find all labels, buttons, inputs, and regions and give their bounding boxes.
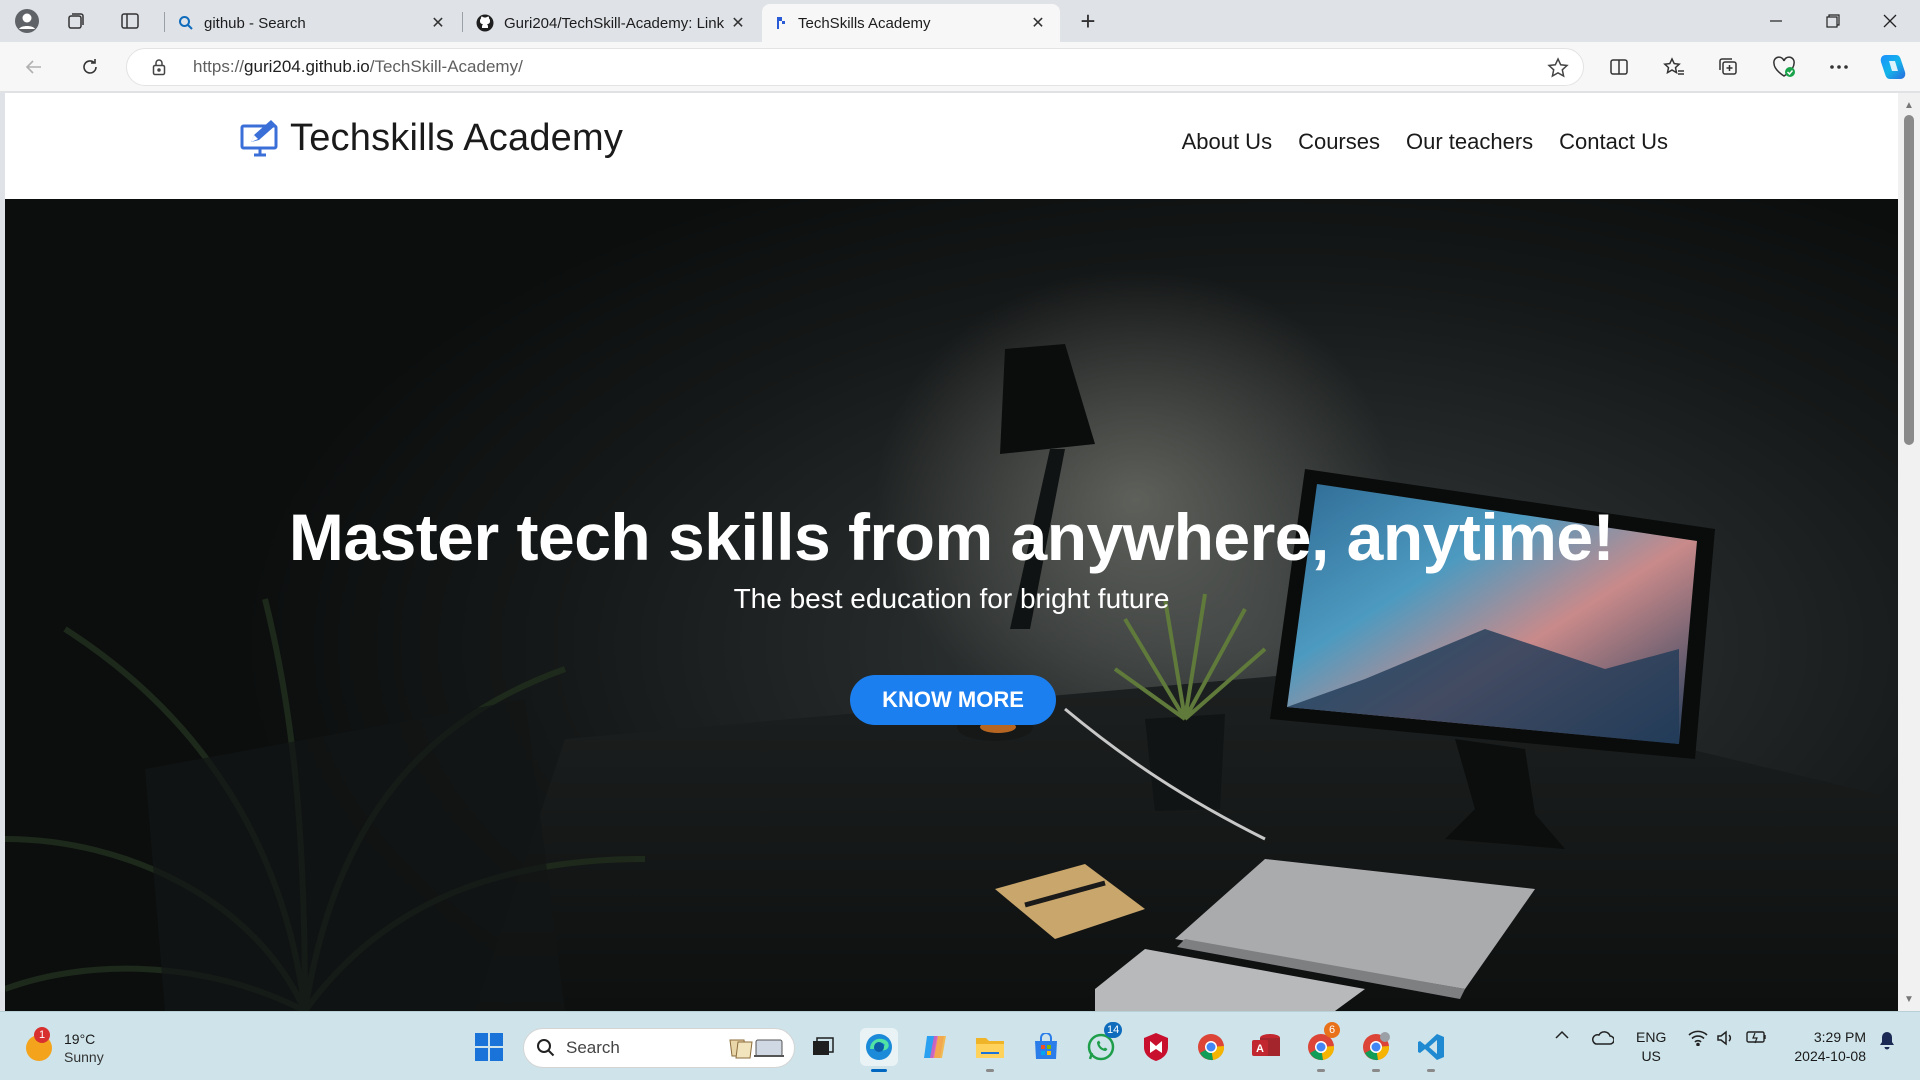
svg-text:A: A	[1256, 1043, 1264, 1055]
wifi-icon[interactable]	[1684, 1030, 1712, 1046]
copilot-taskbar-icon[interactable]	[916, 1028, 954, 1066]
github-icon	[476, 14, 494, 32]
site-nav: About Us Courses Our teachers Contact Us	[1182, 129, 1668, 155]
start-button[interactable]	[470, 1028, 508, 1066]
know-more-button[interactable]: KNOW MORE	[850, 675, 1056, 725]
copilot-icon[interactable]	[1875, 50, 1911, 84]
microsoft-store-icon[interactable]	[1027, 1028, 1065, 1066]
chrome-icon[interactable]	[1192, 1028, 1230, 1066]
refresh-icon[interactable]	[72, 50, 108, 84]
nav-courses[interactable]: Courses	[1298, 129, 1380, 155]
taskbar-search-label: Search	[566, 1038, 620, 1057]
file-explorer-icon[interactable]	[971, 1028, 1009, 1072]
whatsapp-badge: 14	[1104, 1022, 1123, 1038]
weather-badge: 1	[34, 1027, 50, 1043]
search-icon	[537, 1039, 555, 1057]
notification-bell-icon[interactable]	[1874, 1030, 1900, 1050]
close-tab-icon[interactable]: ✕	[428, 13, 448, 33]
onedrive-icon[interactable]	[1587, 1030, 1617, 1046]
tab-techskills-academy[interactable]: TechSkills Academy ✕	[762, 4, 1060, 42]
hero-section: Master tech skills from anywhere, anytim…	[5, 199, 1898, 1011]
browser-tab-strip: github - Search ✕ Guri204/TechSkill-Acad…	[0, 0, 1920, 42]
nav-our-teachers[interactable]: Our teachers	[1406, 129, 1533, 155]
battery-icon[interactable]	[1742, 1030, 1772, 1044]
weather-condition: Sunny	[64, 1049, 104, 1065]
more-icon[interactable]	[1821, 50, 1857, 84]
hero-title: Master tech skills from anywhere, anytim…	[288, 500, 1615, 574]
keyboard-layout: US	[1641, 1048, 1661, 1064]
chrome-badge: 6	[1324, 1022, 1340, 1038]
tab-title: TechSkills Academy	[798, 14, 931, 32]
close-tab-icon[interactable]: ✕	[728, 13, 748, 33]
site-logo[interactable]: Techskills Academy	[240, 117, 623, 160]
system-clock[interactable]: 3:29 PM 2024-10-08	[1794, 1028, 1866, 1066]
nav-about-us[interactable]: About Us	[1182, 129, 1273, 155]
chrome-profile-2-icon[interactable]	[1357, 1028, 1395, 1072]
windows-logo-icon	[475, 1033, 503, 1061]
new-tab-button[interactable]: +	[1070, 6, 1106, 36]
url-text: https://guri204.github.io/TechSkill-Acad…	[193, 57, 523, 76]
lock-icon[interactable]	[139, 58, 179, 76]
hero-subtitle: The best education for bright future	[733, 583, 1170, 614]
site-header: Techskills Academy About Us Courses Our …	[5, 93, 1898, 199]
show-hidden-icons-icon[interactable]	[1550, 1030, 1574, 1040]
site-favicon-icon	[777, 17, 785, 29]
scroll-down-icon[interactable]: ▼	[1898, 991, 1920, 1007]
whatsapp-icon[interactable]: 14	[1082, 1022, 1123, 1066]
restore-icon[interactable]	[1805, 0, 1861, 42]
search-icon	[179, 16, 193, 30]
language-indicator[interactable]: ENG US	[1636, 1028, 1666, 1066]
edge-taskbar-icon[interactable]	[860, 1028, 898, 1072]
site-brand-name: Techskills Academy	[290, 117, 624, 159]
tab-github-repo[interactable]: Guri204/TechSkill-Academy: Link t ✕	[464, 4, 760, 42]
vertical-tabs-icon[interactable]	[112, 6, 148, 36]
close-window-icon[interactable]	[1862, 0, 1918, 42]
chrome-profile-icon[interactable]: 6	[1302, 1022, 1340, 1072]
scrollbar-thumb[interactable]	[1904, 115, 1914, 445]
clock-time: 3:29 PM	[1813, 1029, 1866, 1045]
page-scrollbar[interactable]: ▲ ▼	[1898, 93, 1920, 1011]
close-tab-icon[interactable]: ✕	[1028, 13, 1048, 33]
workspaces-icon[interactable]	[58, 6, 94, 36]
task-view-icon[interactable]	[804, 1028, 842, 1066]
profile-icon[interactable]	[9, 6, 45, 36]
favorites-icon[interactable]	[1656, 50, 1692, 84]
split-screen-icon[interactable]	[1601, 50, 1637, 84]
vscode-icon[interactable]	[1412, 1028, 1450, 1072]
address-bar[interactable]: https://guri204.github.io/TechSkill-Acad…	[126, 48, 1584, 86]
sun-icon: 1	[26, 1027, 52, 1061]
nav-contact-us[interactable]: Contact Us	[1559, 129, 1668, 155]
weather-temp: 19°C	[64, 1031, 96, 1047]
browser-toolbar: https://guri204.github.io/TechSkill-Acad…	[0, 42, 1920, 92]
monitor-edit-icon	[240, 119, 278, 156]
page-viewport: Techskills Academy About Us Courses Our …	[5, 93, 1898, 1011]
weather-widget[interactable]: 1 19°C Sunny	[26, 1027, 104, 1066]
taskbar-search[interactable]: Search	[523, 1028, 795, 1068]
collections-icon[interactable]	[1711, 50, 1747, 84]
tab-title: github - Search	[204, 14, 306, 32]
clock-date: 2024-10-08	[1794, 1048, 1866, 1064]
mcafee-icon[interactable]	[1137, 1028, 1175, 1066]
minimize-icon[interactable]	[1748, 0, 1804, 42]
search-highlight-icon	[729, 1039, 784, 1059]
back-icon[interactable]	[16, 50, 52, 84]
windows-taskbar: 1 19°C Sunny Search 14 A 6 ENG US 3:29 P…	[0, 1011, 1920, 1080]
language-code: ENG	[1636, 1029, 1667, 1045]
browser-essentials-icon[interactable]	[1766, 50, 1802, 84]
volume-icon[interactable]	[1712, 1030, 1740, 1046]
favorite-star-icon[interactable]	[1547, 57, 1569, 84]
tab-title: Guri204/TechSkill-Academy: Link t	[504, 14, 728, 32]
scroll-up-icon[interactable]: ▲	[1898, 97, 1920, 113]
tab-github-search[interactable]: github - Search ✕	[166, 4, 460, 42]
access-icon[interactable]: A	[1247, 1028, 1285, 1066]
